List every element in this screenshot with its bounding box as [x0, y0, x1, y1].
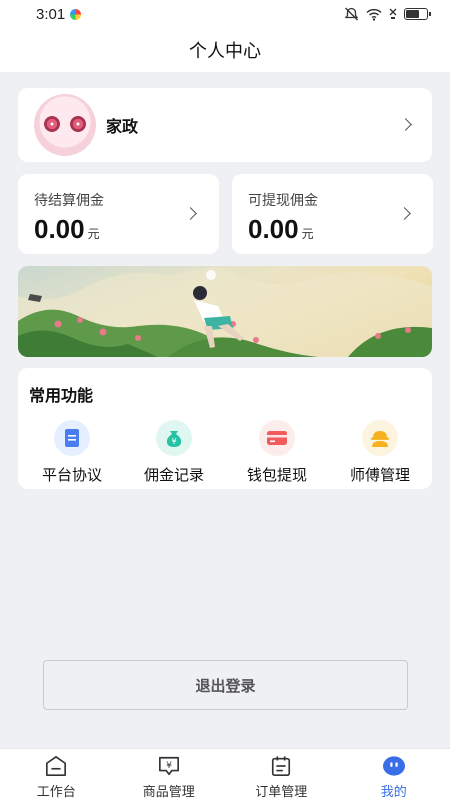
status-time: 3:01: [36, 5, 66, 23]
commission-record-button[interactable]: ¥ 佣金记录: [129, 420, 219, 485]
avatar[interactable]: [34, 94, 96, 156]
platform-agreement-label: 平台协议: [41, 466, 102, 484]
profile-name: 家政: [106, 117, 139, 136]
withdrawable-commission-card[interactable]: 可提现佣金 0.00 元: [232, 174, 433, 254]
tab-orders[interactable]: 订单管理: [225, 749, 338, 800]
pending-commission-unit: 元: [87, 227, 100, 241]
document-icon: [54, 420, 90, 456]
page-title: 个人中心: [189, 41, 261, 62]
svg-text:¥: ¥: [171, 437, 176, 446]
pending-commission-card[interactable]: 待结算佣金 0.00 元: [18, 174, 219, 254]
profile-face-icon: [382, 756, 405, 776]
profile-card[interactable]: 家政: [18, 88, 432, 162]
tab-mine[interactable]: 我的: [338, 749, 450, 800]
status-bar: 3:01: [0, 0, 450, 28]
common-functions-card: 常用功能 平台协议 ¥ 佣金记录 钱包提现 师傅管理: [18, 368, 432, 489]
wallet-withdraw-button[interactable]: 钱包提现: [232, 420, 322, 485]
wallet-withdraw-label: 钱包提现: [246, 466, 307, 484]
tab-products[interactable]: ¥ 商品管理: [113, 749, 226, 800]
product-icon: ¥: [158, 756, 179, 776]
withdrawable-commission-value: 0.00: [248, 214, 299, 244]
tab-workbench[interactable]: 工作台: [0, 749, 113, 800]
bottom-tab-bar: 工作台 ¥ 商品管理 订单管理 我的: [0, 748, 450, 800]
nav-bar: 个人中心: [0, 28, 450, 72]
wifi-icon: [366, 8, 382, 21]
notification-app-icon: [70, 8, 82, 20]
money-bag-icon: ¥: [156, 420, 192, 456]
mute-icon: [344, 7, 359, 21]
tab-label: 我的: [380, 785, 407, 800]
platform-agreement-button[interactable]: 平台协议: [27, 420, 117, 485]
section-title: 常用功能: [29, 386, 94, 405]
tab-label: 商品管理: [142, 785, 195, 800]
no-signal-icon: [389, 8, 397, 19]
commission-record-label: 佣金记录: [143, 466, 204, 484]
svg-text:¥: ¥: [166, 760, 172, 771]
home-icon: [46, 756, 67, 776]
withdrawable-commission-unit: 元: [301, 227, 314, 241]
calendar-icon: [272, 756, 291, 776]
promo-banner[interactable]: [18, 266, 432, 357]
tab-label: 订单管理: [255, 785, 308, 800]
tab-label: 工作台: [36, 785, 76, 800]
worker-management-button[interactable]: 师傅管理: [335, 420, 425, 485]
chevron-right-icon: [399, 118, 412, 131]
worker-management-label: 师傅管理: [349, 466, 410, 484]
pending-commission-value: 0.00: [34, 214, 85, 244]
worker-helmet-icon: [362, 420, 398, 456]
logout-button[interactable]: 退出登录: [43, 660, 408, 710]
battery-icon: [404, 8, 431, 20]
banner-illustration: [18, 266, 432, 357]
wallet-card-icon: [259, 420, 295, 456]
